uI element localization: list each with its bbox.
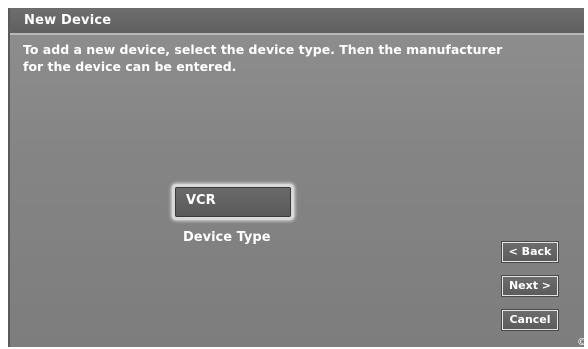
instructions-line-2: for the device can be entered. (23, 59, 237, 74)
new-device-dialog: New Device To add a new device, select t… (8, 8, 587, 348)
device-type-selector-focus[interactable]: VCR (172, 184, 294, 220)
dialog-title: New Device (24, 13, 112, 28)
cancel-button[interactable]: Cancel (502, 310, 558, 330)
next-button[interactable]: Next > (502, 276, 558, 296)
back-button[interactable]: < Back (502, 242, 558, 262)
device-type-value: VCR (186, 193, 216, 208)
device-type-selector[interactable]: VCR (175, 187, 291, 217)
title-bar: New Device (10, 9, 584, 35)
device-type-label: Device Type (183, 230, 271, 245)
copyright-icon: © (577, 337, 587, 348)
instructions-text: To add a new device, select the device t… (23, 41, 563, 75)
instructions-line-1: To add a new device, select the device t… (23, 42, 503, 57)
